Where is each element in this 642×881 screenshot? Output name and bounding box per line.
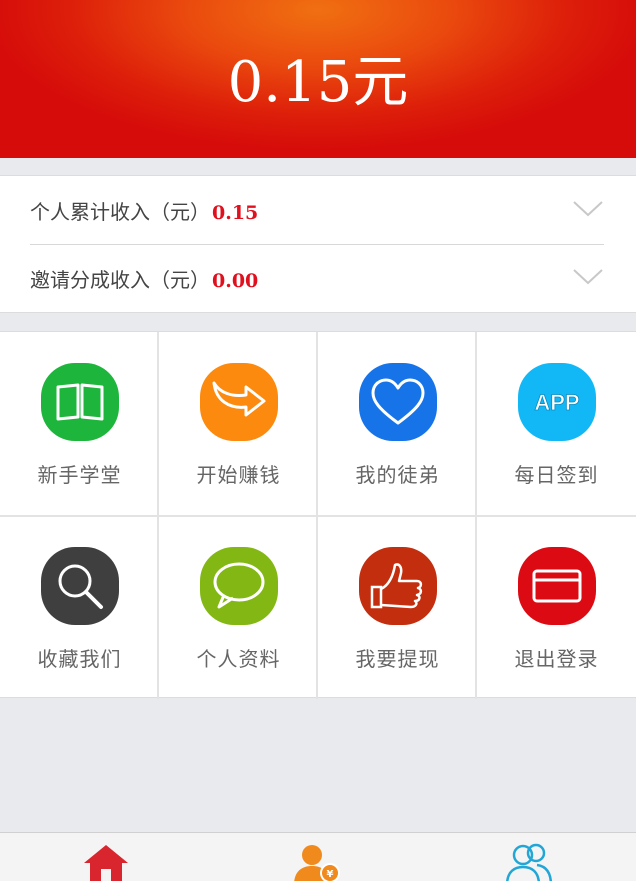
heart-icon [358,363,437,441]
bottom-tab-bar: ¥ [0,832,636,881]
share-arrow-icon [199,363,278,441]
income-row-personal[interactable]: 个人累计收入（元） 0.15 [0,176,636,244]
income-label: 个人累计收入（元） 0.15 [30,196,258,225]
menu-item-label: 个人资料 [196,647,281,671]
income-panel: 个人累计收入（元） 0.15 邀请分成收入（元） 0.00 [0,175,636,313]
search-icon [40,547,119,625]
user-money-icon[interactable]: ¥ [292,841,344,881]
menu-item-label: 我的徒弟 [355,463,440,487]
chevron-down-icon[interactable] [572,198,604,218]
income-value: 0.15 [212,201,259,224]
chevron-down-icon[interactable] [572,266,604,286]
home-icon[interactable] [80,841,132,881]
menu-item-withdraw[interactable]: 我要提现 [318,516,477,699]
menu-item-label: 我要提现 [355,647,440,671]
menu-item-logout[interactable]: 退出登录 [477,516,636,699]
income-value: 0.00 [212,269,259,292]
income-row-invite[interactable]: 邀请分成收入（元） 0.00 [0,244,636,312]
app-badge-text: APP [534,390,579,415]
balance-header: 0.15元 [0,0,636,158]
friends-icon[interactable] [503,841,555,881]
menu-item-start-earning[interactable]: 开始赚钱 [159,332,318,515]
menu-item-label: 开始赚钱 [196,463,281,487]
menu-item-beginner-school[interactable]: 新手学堂 [0,332,159,515]
income-label-text: 邀请分成收入（元） [30,267,210,292]
balance-amount: 0.15元 [227,49,409,115]
income-label: 邀请分成收入（元） 0.00 [30,264,258,293]
right-edge [636,0,642,881]
menu-item-profile[interactable]: 个人资料 [159,516,318,699]
book-icon [40,363,119,441]
money-symbol: ¥ [327,869,334,880]
thumbs-up-icon [358,547,437,625]
income-label-text: 个人累计收入（元） [30,199,210,224]
menu-item-label: 每日签到 [514,463,599,487]
menu-item-label: 退出登录 [514,647,599,671]
menu-grid: 新手学堂 开始赚钱 我的徒弟 APP 每日签到 收藏我们 个人资料 我要提现 退… [0,331,636,699]
menu-item-my-apprentices[interactable]: 我的徒弟 [318,332,477,515]
menu-item-label: 收藏我们 [37,647,122,671]
card-icon [517,547,596,625]
menu-item-daily-checkin[interactable]: APP 每日签到 [477,332,636,515]
app-icon: APP [517,363,596,441]
chat-bubble-icon [199,547,278,625]
menu-item-favorite-us[interactable]: 收藏我们 [0,516,159,699]
menu-item-label: 新手学堂 [37,463,122,487]
